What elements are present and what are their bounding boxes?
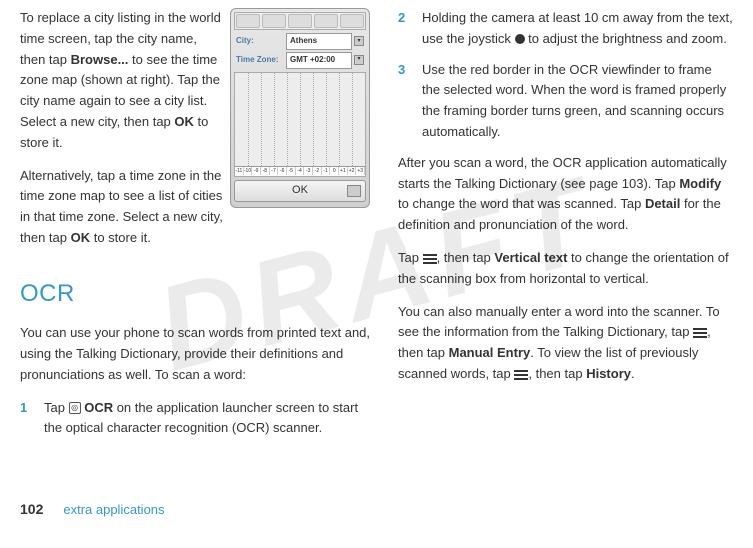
mail-icon (340, 14, 364, 28)
ok-button[interactable]: OK (234, 180, 366, 202)
ocr-label: OCR (84, 400, 113, 415)
left-column: City: Athens ▾ Time Zone: GMT +02:00 ▾ (20, 8, 370, 498)
paragraph: After you scan a word, the OCR applicati… (398, 153, 733, 236)
browse-label: Browse... (71, 52, 129, 67)
ocr-heading: OCR (20, 275, 370, 313)
app-icon: ◎ (69, 402, 81, 414)
map-ruler: -11 -10 -9 -8 -7 -6 -5 -4 -3 -2 -1 0 +1 … (235, 166, 365, 176)
city-label: City: (236, 35, 284, 48)
step-1: 1 Tap ◎ OCR on the application launcher … (20, 398, 370, 440)
step-2: 2 Holding the camera at least 10 cm away… (398, 8, 733, 50)
timezone-map[interactable]: -11 -10 -9 -8 -7 -6 -5 -4 -3 -2 -1 0 +1 … (234, 72, 366, 177)
paragraph: You can use your phone to scan words fro… (20, 323, 370, 385)
history-label: History (586, 366, 631, 381)
menu-icon (693, 328, 707, 338)
manual-entry-label: Manual Entry (449, 345, 531, 360)
ok-label: OK (71, 230, 91, 245)
status-icon (314, 14, 338, 28)
status-icon (288, 14, 312, 28)
phone-screenshot: City: Athens ▾ Time Zone: GMT +02:00 ▾ (230, 8, 370, 208)
timezone-value[interactable]: GMT +02:00 (286, 52, 352, 69)
ok-label: OK (174, 114, 194, 129)
status-icon (262, 14, 286, 28)
step-number: 2 (398, 8, 422, 50)
timezone-label: Time Zone: (236, 54, 284, 67)
menu-icon (514, 370, 528, 380)
city-value[interactable]: Athens (286, 33, 352, 50)
vertical-text-label: Vertical text (494, 250, 567, 265)
modify-label: Modify (679, 176, 721, 191)
menu-icon (423, 254, 437, 264)
signal-icon (236, 14, 260, 28)
right-column: 2 Holding the camera at least 10 cm away… (398, 8, 733, 498)
dropdown-icon[interactable]: ▾ (354, 36, 364, 46)
section-name: extra applications (63, 500, 164, 521)
detail-label: Detail (645, 196, 680, 211)
paragraph: You can also manually enter a word into … (398, 302, 733, 385)
step-number: 3 (398, 60, 422, 143)
phone-statusbar (234, 12, 366, 30)
step-number: 1 (20, 398, 44, 440)
step-3: 3 Use the red border in the OCR viewfind… (398, 60, 733, 143)
paragraph: Tap , then tap Vertical text to change t… (398, 248, 733, 290)
page-number: 102 (20, 498, 43, 520)
joystick-icon (515, 34, 525, 44)
dropdown-icon[interactable]: ▾ (354, 55, 364, 65)
phone-menu-button[interactable] (347, 185, 361, 197)
page-footer: 102 extra applications (20, 498, 733, 521)
